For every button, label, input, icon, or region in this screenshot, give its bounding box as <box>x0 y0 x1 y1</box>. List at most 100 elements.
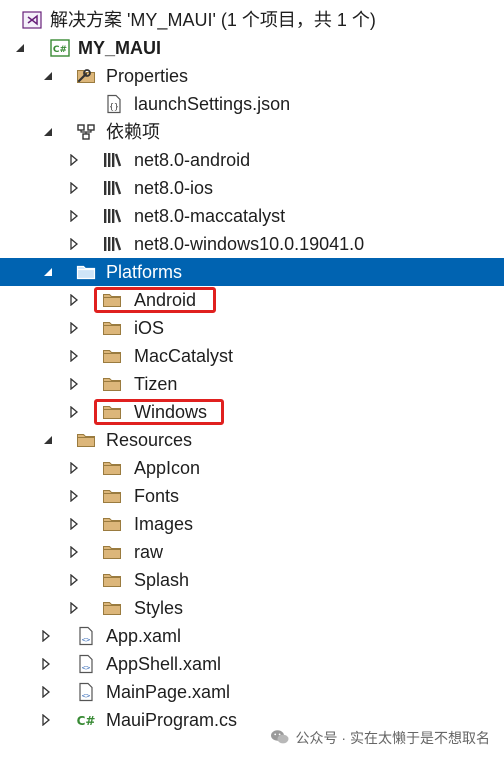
folder-label: Images <box>134 514 194 534</box>
expand-arrow-icon[interactable] <box>40 706 52 734</box>
expand-arrow-icon[interactable] <box>40 650 52 678</box>
collapse-arrow-icon[interactable] <box>42 62 54 90</box>
framework-label: net8.0-windows10.0.19041.0 <box>134 234 365 254</box>
solution-title: 解决方案 'MY_MAUI' (1 个项目，共 1 个) <box>50 10 376 30</box>
project-node[interactable]: C# MY_MAUI <box>0 34 504 62</box>
watermark-text: 公众号 · 实在太懒于是不想取名 <box>295 730 490 746</box>
expand-arrow-icon[interactable] <box>68 286 80 314</box>
collapse-arrow-icon[interactable] <box>42 426 54 454</box>
expand-arrow-icon[interactable] <box>68 398 80 426</box>
collapse-arrow-icon[interactable] <box>42 118 54 146</box>
library-icon <box>102 234 122 254</box>
expand-arrow-icon[interactable] <box>68 174 80 202</box>
solution-node[interactable]: 解决方案 'MY_MAUI' (1 个项目，共 1 个) <box>0 6 504 34</box>
expand-arrow-icon[interactable] <box>68 482 80 510</box>
folder-icon <box>76 262 96 282</box>
library-icon <box>102 150 122 170</box>
library-icon <box>102 206 122 226</box>
xaml-file-icon <box>76 682 96 702</box>
folder-label: raw <box>134 542 164 562</box>
launch-settings-label: launchSettings.json <box>134 94 291 114</box>
expand-arrow-icon[interactable] <box>68 454 80 482</box>
dependencies-icon <box>76 122 96 142</box>
folder-label: MacCatalyst <box>134 346 234 366</box>
svg-text:C#: C# <box>53 45 67 55</box>
launch-settings-file[interactable]: launchSettings.json <box>0 90 504 118</box>
platform-folder-maccatalyst[interactable]: MacCatalyst <box>0 342 504 370</box>
expand-arrow-icon[interactable] <box>40 622 52 650</box>
resource-folder-fonts[interactable]: Fonts <box>0 482 504 510</box>
watermark: 公众号 · 实在太懒于是不想取名 <box>270 728 490 748</box>
platform-folder-ios[interactable]: iOS <box>0 314 504 342</box>
folder-label: iOS <box>134 318 165 338</box>
csharp-file-icon: C# <box>76 710 96 730</box>
resource-folder-splash[interactable]: Splash <box>0 566 504 594</box>
expand-arrow-icon[interactable] <box>68 314 80 342</box>
properties-folder-icon <box>76 66 96 86</box>
wechat-icon <box>270 729 290 748</box>
expand-arrow-icon[interactable] <box>68 594 80 622</box>
expand-arrow-icon[interactable] <box>68 370 80 398</box>
svg-text:C#: C# <box>77 714 96 728</box>
folder-icon <box>102 346 122 366</box>
folder-icon <box>102 458 122 478</box>
dependencies-label: 依赖项 <box>106 122 160 142</box>
platforms-node[interactable]: Platforms <box>0 258 504 286</box>
file-label: AppShell.xaml <box>106 654 222 674</box>
platform-folder-android[interactable]: Android <box>0 286 504 314</box>
platform-folder-tizen[interactable]: Tizen <box>0 370 504 398</box>
expand-arrow-icon[interactable] <box>40 678 52 706</box>
framework-node[interactable]: net8.0-ios <box>0 174 504 202</box>
folder-icon <box>102 374 122 394</box>
expand-arrow-icon[interactable] <box>68 566 80 594</box>
folder-icon <box>102 542 122 562</box>
expand-arrow-icon[interactable] <box>68 342 80 370</box>
folder-label: AppIcon <box>134 458 201 478</box>
solution-explorer-tree: 解决方案 'MY_MAUI' (1 个项目，共 1 个) C# MY_MAUI … <box>0 6 504 734</box>
library-icon <box>102 178 122 198</box>
project-name: MY_MAUI <box>78 38 162 58</box>
file-app-xaml[interactable]: App.xaml <box>0 622 504 650</box>
resource-folder-styles[interactable]: Styles <box>0 594 504 622</box>
framework-label: net8.0-maccatalyst <box>134 206 286 226</box>
xaml-file-icon <box>76 626 96 646</box>
red-highlight-box <box>94 399 224 425</box>
platform-folder-windows[interactable]: Windows <box>0 398 504 426</box>
folder-icon <box>102 570 122 590</box>
csharp-project-icon: C# <box>50 38 70 58</box>
platforms-label: Platforms <box>106 262 183 282</box>
folder-icon <box>102 486 122 506</box>
resource-folder-raw[interactable]: raw <box>0 538 504 566</box>
file-mainpage-xaml[interactable]: MainPage.xaml <box>0 678 504 706</box>
expand-arrow-icon[interactable] <box>68 538 80 566</box>
resource-folder-appicon[interactable]: AppIcon <box>0 454 504 482</box>
file-label: App.xaml <box>106 626 182 646</box>
file-label: MauiProgram.cs <box>106 710 238 730</box>
properties-label: Properties <box>106 66 189 86</box>
dependencies-node[interactable]: 依赖项 <box>0 118 504 146</box>
folder-label: Tizen <box>134 374 178 394</box>
framework-node[interactable]: net8.0-android <box>0 146 504 174</box>
expand-arrow-icon[interactable] <box>68 230 80 258</box>
expand-arrow-icon[interactable] <box>68 510 80 538</box>
framework-label: net8.0-android <box>134 150 251 170</box>
collapse-arrow-icon[interactable] <box>42 258 54 286</box>
folder-icon <box>76 430 96 450</box>
file-appshell-xaml[interactable]: AppShell.xaml <box>0 650 504 678</box>
framework-node[interactable]: net8.0-windows10.0.19041.0 <box>0 230 504 258</box>
xaml-file-icon <box>76 654 96 674</box>
properties-node[interactable]: Properties <box>0 62 504 90</box>
solution-icon <box>22 10 42 30</box>
expand-arrow-icon[interactable] <box>68 146 80 174</box>
folder-label: Splash <box>134 570 190 590</box>
file-label: MainPage.xaml <box>106 682 231 702</box>
expand-arrow-icon[interactable] <box>68 202 80 230</box>
framework-node[interactable]: net8.0-maccatalyst <box>0 202 504 230</box>
folder-label: Styles <box>134 598 184 618</box>
framework-label: net8.0-ios <box>134 178 214 198</box>
resource-folder-images[interactable]: Images <box>0 510 504 538</box>
resources-node[interactable]: Resources <box>0 426 504 454</box>
json-file-icon <box>104 94 124 114</box>
collapse-arrow-icon[interactable] <box>14 34 26 62</box>
folder-icon <box>102 318 122 338</box>
